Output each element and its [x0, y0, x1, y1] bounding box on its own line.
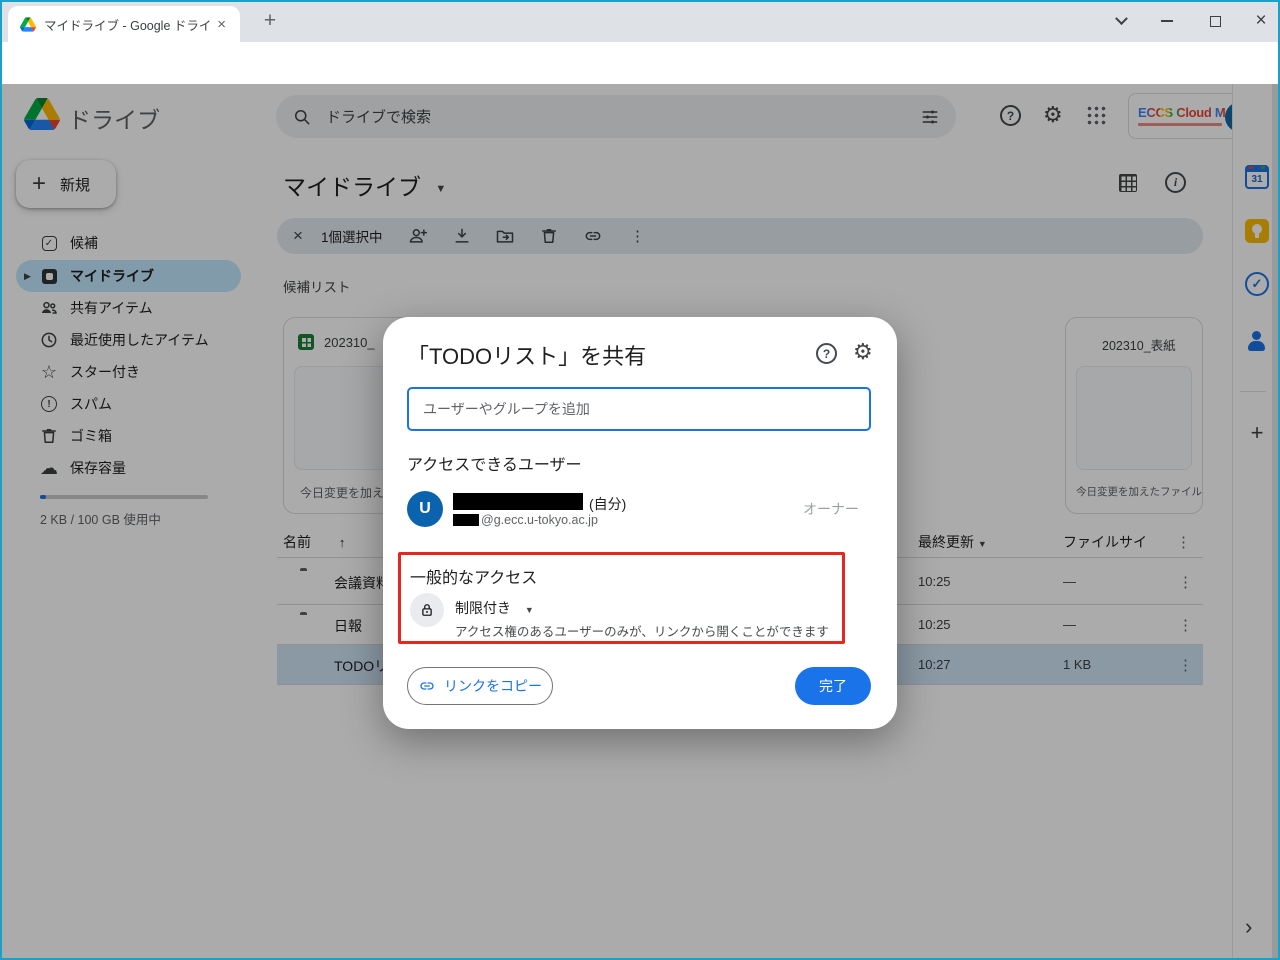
access-option-dropdown[interactable]: 制限付き ▼	[455, 598, 534, 618]
dialog-title: 「TODOリスト」を共有	[407, 339, 646, 371]
dropdown-caret-icon: ▼	[525, 605, 534, 615]
general-access-heading: 一般的なアクセス	[410, 564, 537, 588]
tab-close-icon[interactable]: ×	[213, 16, 230, 33]
owner-email: @g.ecc.u-tokyo.ac.jp	[481, 513, 598, 527]
window-close-button[interactable]: ×	[1238, 0, 1280, 42]
owner-avatar: U	[407, 491, 443, 527]
drive-page: ドライブ ドライブで検索 ? ⚙ ECCS Cloud Mail U + 新規 …	[0, 84, 1280, 958]
screen: マイドライブ - Google ドライブ × + × ← → ↻ drive.g…	[0, 0, 1280, 960]
dialog-settings-gear-icon[interactable]: ⚙	[853, 339, 873, 365]
people-with-access-heading: アクセスできるユーザー	[407, 451, 582, 475]
access-description: アクセス権のあるユーザーのみが、リンクから開くことができます	[455, 621, 829, 640]
copy-link-button[interactable]: リンクをコピー	[407, 667, 553, 705]
share-dialog: 「TODOリスト」を共有 ? ⚙ アクセスできるユーザー U (自分) @g.e…	[383, 317, 897, 729]
tab-title: マイドライブ - Google ドライブ	[44, 15, 213, 34]
lock-icon	[410, 593, 444, 627]
add-people-input[interactable]	[407, 387, 871, 431]
new-tab-button[interactable]: +	[256, 8, 284, 36]
browser-tab[interactable]: マイドライブ - Google ドライブ ×	[8, 6, 240, 42]
owner-role: オーナー	[803, 499, 859, 519]
drive-favicon	[20, 17, 36, 32]
window-maximize-button[interactable]	[1192, 0, 1238, 42]
tab-search-icon[interactable]	[1098, 0, 1144, 42]
dialog-help-icon[interactable]: ?	[816, 343, 837, 364]
done-button[interactable]: 完了	[795, 667, 871, 705]
browser-tabstrip: マイドライブ - Google ドライブ × + ×	[0, 0, 1280, 42]
window-minimize-button[interactable]	[1144, 0, 1190, 42]
link-icon	[418, 677, 436, 695]
browser-toolbar: ← → ↻ drive.google.com/drive/my-drive ☆ …	[0, 42, 1280, 85]
redacted-email-prefix	[453, 514, 479, 526]
self-label: (自分)	[589, 494, 626, 514]
redacted-name	[453, 493, 583, 510]
